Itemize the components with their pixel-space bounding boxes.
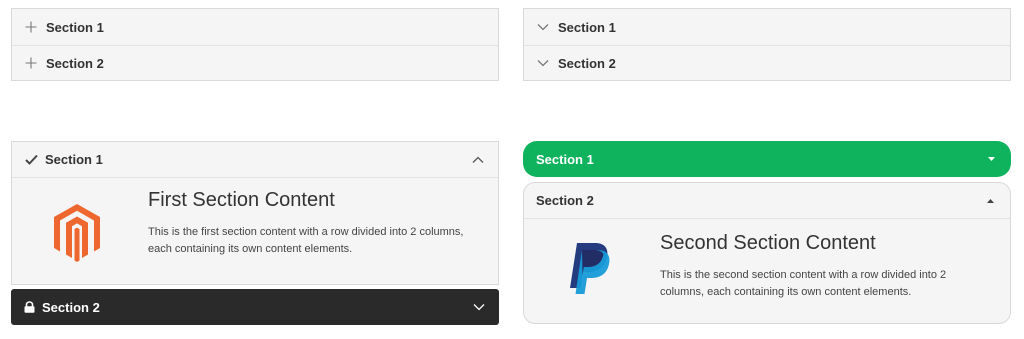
magento-logo bbox=[52, 202, 102, 262]
accordion-plus: Section 1 Section 2 bbox=[11, 8, 499, 81]
plus-icon bbox=[24, 57, 38, 69]
content-title: First Section Content bbox=[148, 189, 335, 211]
section-label: Section 2 bbox=[46, 55, 104, 71]
content-description: This is the first section content with a… bbox=[148, 226, 464, 255]
accordion-icons-section-2-header[interactable]: Section 2 bbox=[11, 289, 499, 325]
chevron-down-icon bbox=[536, 59, 550, 67]
section-label: Section 2 bbox=[558, 55, 616, 71]
caret-down-icon[interactable] bbox=[988, 157, 995, 161]
checkmark-icon bbox=[24, 154, 38, 165]
caret-up-icon[interactable] bbox=[987, 198, 994, 203]
chevron-down-icon[interactable] bbox=[473, 303, 485, 311]
lock-icon bbox=[23, 301, 35, 313]
accordion-chevron-section-1-header[interactable]: Section 1 bbox=[524, 9, 1010, 45]
section-label: Section 1 bbox=[46, 19, 104, 35]
accordion-rounded-section-1-header[interactable]: Section 1 bbox=[523, 141, 1011, 177]
section-label: Section 2 bbox=[536, 193, 594, 208]
accordion-plus-section-2-header[interactable]: Section 2 bbox=[12, 45, 498, 80]
content-description: This is the second section content with … bbox=[660, 269, 947, 298]
accordion-rounded-section-2-panel: Section 2 Second Section Content This is… bbox=[523, 182, 1011, 324]
accordion-icons: Section 1 First Section Content This is … bbox=[11, 141, 499, 325]
section-label: Section 1 bbox=[558, 19, 616, 35]
plus-icon bbox=[24, 21, 38, 33]
paypal-logo bbox=[566, 241, 612, 297]
accordion-icons-section-1-header[interactable]: Section 1 bbox=[12, 142, 498, 178]
accordion-icons-section-1-panel: Section 1 First Section Content This is … bbox=[11, 141, 499, 285]
chevron-down-icon bbox=[536, 23, 550, 31]
accordion-chevron: Section 1 Section 2 bbox=[523, 8, 1011, 81]
content-title: Second Section Content bbox=[660, 232, 876, 254]
accordion-plus-section-1-header[interactable]: Section 1 bbox=[12, 9, 498, 45]
accordion-chevron-section-2-header[interactable]: Section 2 bbox=[524, 45, 1010, 80]
section-content: Second Section Content This is the secon… bbox=[524, 219, 1010, 323]
section-text: Second Section Content This is the secon… bbox=[660, 231, 990, 301]
section-label: Section 1 bbox=[536, 151, 594, 167]
section-text: First Section Content This is the first … bbox=[148, 188, 478, 258]
chevron-up-icon[interactable] bbox=[472, 156, 484, 164]
section-label: Section 2 bbox=[42, 299, 100, 315]
section-content: First Section Content This is the first … bbox=[12, 178, 498, 284]
accordion-rounded: Section 1 Section 2 Second Section Conte… bbox=[523, 141, 1011, 324]
section-label: Section 1 bbox=[45, 152, 103, 167]
accordion-rounded-section-2-header[interactable]: Section 2 bbox=[524, 183, 1010, 219]
